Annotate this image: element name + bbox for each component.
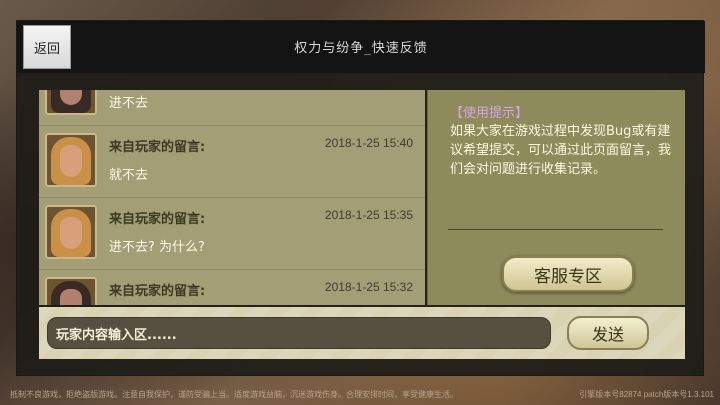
message-sender: 来自玩家的留言: (109, 212, 206, 227)
message-time: 2018-1-25 15:35 (324, 208, 413, 222)
version-info: 引擎版本号82874 patch版本号1.3.101 (579, 390, 714, 399)
message-content: 就不去 (109, 168, 149, 183)
hero-avatar (45, 133, 97, 187)
customer-service-button[interactable]: 客服专区 (502, 256, 634, 292)
message-sender: 来自玩家的留言: (109, 140, 206, 155)
hero-avatar (45, 205, 97, 259)
footer-bar: 抵制不良游戏，拒绝盗版游戏。注意自我保护，谨防受骗上当。适度游戏益脑，沉迷游戏伤… (0, 384, 720, 405)
list-item: 来自玩家的留言: 2018-1-25 15:35 进不去? 为什么? (39, 198, 425, 270)
usage-tips-panel: 【使用提示】 如果大家在游戏过程中发现Bug或有建议希望提交，可以通过此页面留言… (427, 90, 685, 305)
list-item: 来自玩家的留言: 2018-1-25 15:40 就不去 (39, 126, 425, 198)
message-sender: 来自玩家的留言: (109, 284, 206, 299)
tips-divider (448, 229, 663, 230)
input-bar: 玩家内容输入区...... 发送 (39, 307, 685, 359)
message-input[interactable]: 玩家内容输入区...... (47, 317, 551, 349)
list-item: 来自玩家的留言: 2018-1-25 15:32 (39, 270, 425, 305)
tips-text: 如果大家在游戏过程中发现Bug或有建议希望提交，可以通过此页面留言，我们会对问题… (450, 124, 672, 177)
message-list[interactable]: 进不去 来自玩家的留言: 2018-1-25 15:40 就不去 来自玩家的留言… (39, 90, 425, 305)
message-time: 2018-1-25 15:40 (324, 136, 413, 150)
dialog-title: 权力与纷争_快速反馈 (294, 41, 428, 56)
list-item: 进不去 (39, 90, 425, 126)
feedback-dialog: 返回 权力与纷争_快速反馈 进不去 来自玩家的留言: 2018-1-25 15:… (16, 20, 705, 376)
health-notice: 抵制不良游戏，拒绝盗版游戏。注意自我保护，谨防受骗上当。适度游戏益脑，沉迷游戏伤… (10, 390, 458, 399)
dialog-header: 返回 权力与纷争_快速反馈 (17, 21, 705, 73)
hero-avatar (45, 90, 97, 115)
send-button[interactable]: 发送 (567, 316, 649, 350)
message-content: 进不去 (109, 96, 149, 111)
message-time: 2018-1-25 15:32 (324, 280, 413, 294)
message-content: 进不去? 为什么? (109, 240, 205, 255)
hero-avatar (45, 277, 97, 305)
tips-title: 【使用提示】 (450, 106, 529, 121)
